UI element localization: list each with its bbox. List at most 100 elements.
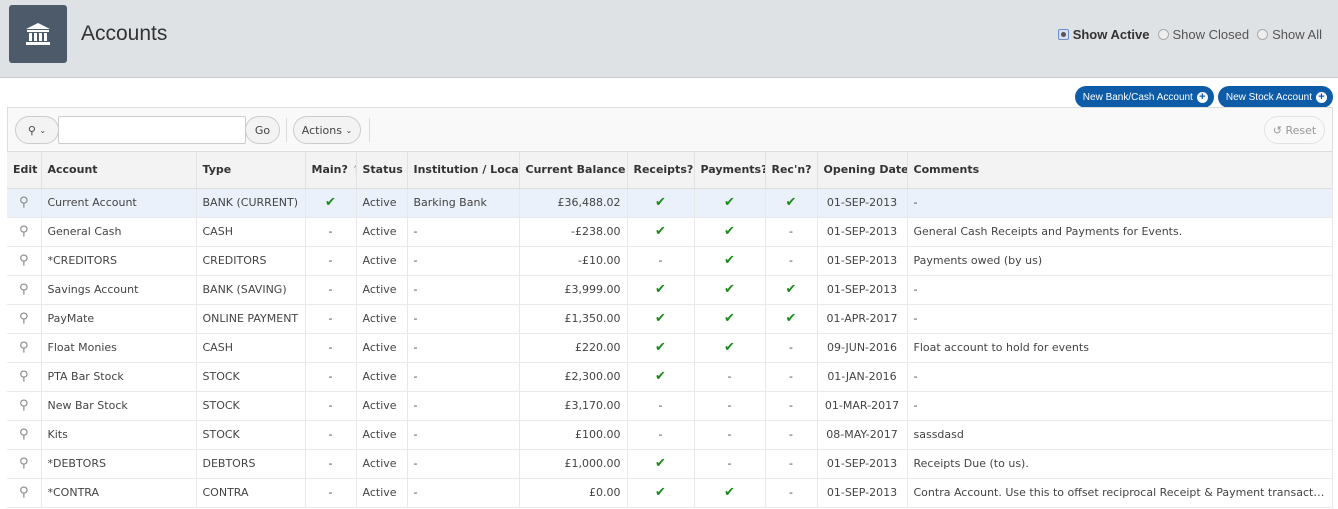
cell-payments: - (694, 362, 766, 392)
table-row: ⚲ PayMate ONLINE PAYMENT - Active - £1,350.00 ✔… (7, 304, 1333, 334)
cell-account: Savings Account (41, 275, 197, 305)
column-header[interactable]: Opening Date (817, 152, 908, 189)
accounts-table: EditAccountTypeMain? ↑StatusInstitution … (7, 152, 1333, 508)
check-icon: ✔ (724, 485, 735, 500)
cell-main: - (305, 304, 357, 334)
column-header[interactable]: Edit (7, 152, 42, 189)
radio-show-all[interactable]: Show All (1257, 27, 1322, 42)
cell-balance: £220.00 (519, 333, 628, 363)
cell-opening: 01-JAN-2016 (817, 362, 908, 392)
cell-comments: General Cash Receipts and Payments for E… (907, 217, 1333, 247)
cell-institution: - (407, 217, 520, 247)
cell-payments: ✔ (694, 217, 766, 247)
table-row: ⚲ *CREDITORS CREDITORS - Active - -£10.00- ✔ -01… (7, 246, 1333, 276)
column-header[interactable]: Rec'n? (765, 152, 818, 189)
cell-account: Float Monies (41, 333, 197, 363)
cell-main: - (305, 362, 357, 392)
edit-button[interactable]: ⚲ (7, 420, 42, 450)
column-header[interactable]: Institution / Loca... (407, 152, 520, 189)
edit-button[interactable]: ⚲ (7, 217, 42, 247)
reset-icon: ↺ (1272, 123, 1282, 137)
cell-institution: - (407, 420, 520, 450)
column-header[interactable]: Status (356, 152, 408, 189)
table-row: ⚲ PTA Bar Stock STOCK - Active - £2,300.00 ✔ - -0… (7, 362, 1333, 392)
cell-opening: 01-SEP-2013 (817, 449, 908, 479)
search-column-selector[interactable]: ⚲ ⌄ (15, 116, 59, 144)
cell-institution: Barking Bank (407, 188, 520, 218)
cell-institution: - (407, 246, 520, 276)
cell-account: Current Account (41, 188, 197, 218)
cell-account: *CONTRA (41, 478, 197, 508)
cell-main: - (305, 246, 357, 276)
cell-main: - (305, 333, 357, 363)
cell-payments: ✔ (694, 188, 766, 218)
cell-payments: ✔ (694, 246, 766, 276)
cell-receipts: ✔ (627, 478, 695, 508)
search-input[interactable] (58, 116, 246, 144)
check-icon: ✔ (785, 195, 797, 210)
new-bank-cash-account-button[interactable]: New Bank/Cash Account + (1074, 86, 1214, 108)
new-stock-account-button[interactable]: New Stock Account + (1217, 86, 1333, 108)
actions-label: Actions (301, 123, 342, 137)
plus-icon: + (1316, 91, 1327, 103)
divider (286, 118, 287, 142)
cell-recn: ✔ (765, 304, 818, 334)
edit-button[interactable]: ⚲ (7, 362, 42, 392)
table-row: ⚲ Current Account BANK (CURRENT) ✔ Active Bar… (7, 188, 1333, 218)
reset-button[interactable]: ↺ Reset (1264, 116, 1325, 144)
column-header[interactable]: Receipts? (627, 152, 695, 189)
column-header-main-sorted[interactable]: Main? ↑ (305, 152, 357, 189)
check-icon: ✔ (724, 224, 735, 239)
edit-button[interactable]: ⚲ (7, 478, 42, 508)
cell-type: STOCK (196, 420, 306, 450)
cell-balance: £100.00 (519, 420, 628, 450)
edit-button[interactable]: ⚲ (7, 391, 42, 421)
cell-status: Active (356, 246, 408, 276)
cell-recn: ✔ (765, 188, 818, 218)
column-header[interactable]: Payments? (694, 152, 766, 189)
actions-menu-button[interactable]: Actions ⌄ (293, 116, 361, 144)
cell-institution: - (407, 478, 520, 508)
cell-opening: 09-JUN-2016 (817, 333, 908, 363)
cell-comments: Payments owed (by us) (907, 246, 1333, 276)
status-filter: Show Active Show Closed Show All (1057, 27, 1322, 42)
cell-type: CONTRA (196, 478, 306, 508)
report-toolbar: ⚲ ⌄ Go Actions ⌄ ↺ Reset (7, 107, 1333, 152)
cell-receipts: - (627, 391, 695, 421)
cell-main: - (305, 275, 357, 305)
chevron-down-icon: ⌄ (39, 125, 47, 135)
edit-button[interactable]: ⚲ (7, 246, 42, 276)
cell-receipts: ✔ (627, 304, 695, 334)
page-header: Accounts Show Active Show Closed Show Al… (0, 0, 1338, 78)
button-label: New Bank/Cash Account (1082, 91, 1193, 103)
edit-button[interactable]: ⚲ (7, 333, 42, 363)
cell-main: - (305, 420, 357, 450)
edit-button[interactable]: ⚲ (7, 188, 42, 218)
check-icon: ✔ (655, 282, 666, 297)
cell-recn: - (765, 478, 818, 508)
cell-balance: £1,350.00 (519, 304, 628, 334)
radio-show-active[interactable]: Show Active (1057, 27, 1150, 42)
column-header[interactable]: Comments (907, 152, 1333, 189)
cell-status: Active (356, 478, 408, 508)
check-icon: ✔ (655, 369, 666, 384)
edit-button[interactable]: ⚲ (7, 275, 42, 305)
cell-status: Active (356, 217, 408, 247)
cell-opening: 01-SEP-2013 (817, 188, 908, 218)
cell-payments: ✔ (694, 333, 766, 363)
column-header[interactable]: Current Balance (519, 152, 628, 189)
go-button[interactable]: Go (245, 116, 280, 144)
cell-comments: Float account to hold for events (907, 333, 1333, 363)
edit-button[interactable]: ⚲ (7, 449, 42, 479)
radio-show-closed[interactable]: Show Closed (1157, 27, 1249, 42)
column-header[interactable]: Account (41, 152, 197, 189)
cell-status: Active (356, 449, 408, 479)
cell-receipts: ✔ (627, 188, 695, 218)
cell-main: - (305, 217, 357, 247)
edit-button[interactable]: ⚲ (7, 304, 42, 334)
check-icon: ✔ (724, 311, 735, 326)
cell-balance: £0.00 (519, 478, 628, 508)
column-header[interactable]: Type (196, 152, 306, 189)
cell-main: - (305, 391, 357, 421)
check-icon: ✔ (655, 340, 666, 355)
